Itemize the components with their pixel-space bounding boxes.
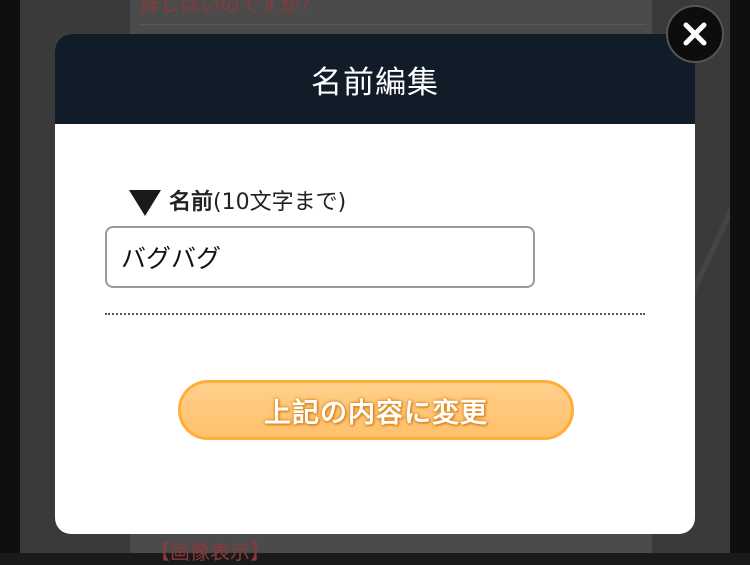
name-length-note: (10文字まで) [213, 190, 347, 215]
background-right-edge [730, 0, 750, 553]
submit-change-button[interactable]: 上記の内容に変更 [178, 380, 574, 440]
background-bottom-text: 【画像表示】 [150, 540, 270, 564]
modal-header: 名前編集 [55, 34, 695, 124]
name-label: 名前 [169, 190, 214, 215]
dotted-divider [105, 313, 645, 315]
triangle-down-icon [129, 190, 161, 216]
submit-button-label: 上記の内容に変更 [264, 397, 488, 429]
close-icon [683, 22, 707, 46]
close-button[interactable] [666, 5, 724, 63]
background-divider [140, 24, 646, 25]
background-top-text: 詳しはいのですが？ [140, 0, 320, 16]
name-field-label: 名前 (10文字まで) [129, 184, 346, 216]
name-edit-modal: 名前編集 名前 (10文字まで) 上記の内容に変更 [55, 34, 695, 534]
background-left-edge [0, 0, 20, 553]
name-input[interactable] [105, 226, 535, 288]
modal-title: 名前編集 [311, 64, 439, 101]
